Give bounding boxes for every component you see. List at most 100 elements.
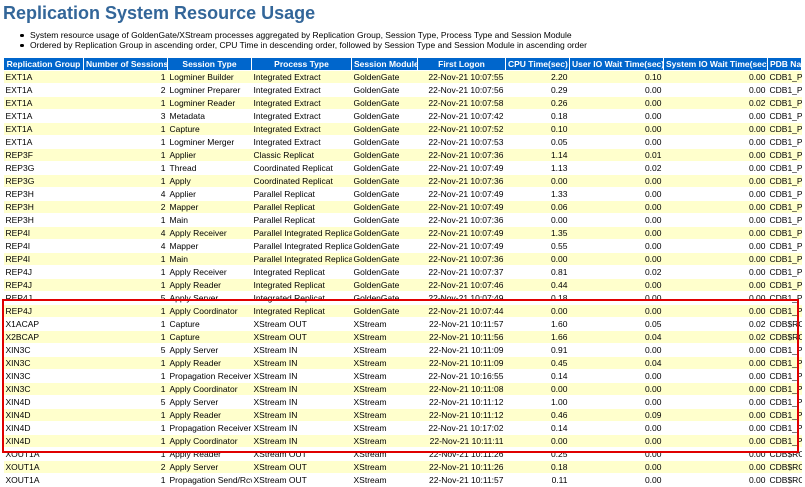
table-cell: 2: [83, 200, 168, 214]
table-cell: 0.81: [505, 265, 570, 279]
table-cell: 0.00: [505, 434, 570, 448]
table-cell: REP3H: [3, 200, 84, 214]
table-cell: 0.00: [663, 421, 768, 435]
table-cell: 22-Nov-21 10:07:53: [417, 135, 506, 149]
table-cell: 1.35: [505, 226, 570, 240]
table-cell: Propagation Receiver: [167, 369, 252, 383]
table-row: X1ACAP 1 Capture XStream OUT XStream 22-Nov-2…: [3, 317, 802, 331]
table-row: REP4I 4 Apply Receiver Parallel Integrated …: [3, 226, 802, 240]
table-cell: Coordinated Replicat: [251, 174, 352, 188]
table-cell: GoldenGate: [351, 122, 418, 136]
table-cell: 0.00: [663, 252, 768, 266]
table-cell: 1: [83, 356, 168, 370]
table-cell: 0.02: [663, 96, 768, 110]
table-cell: Integrated Replicat: [251, 265, 352, 279]
table-cell: 22-Nov-21 10:11:26: [417, 447, 506, 461]
table-cell: 22-Nov-21 10:11:57: [417, 473, 506, 487]
table-cell: Integrated Replicat: [251, 291, 352, 305]
table-cell: CDB1_PDB1: [767, 200, 802, 214]
table-cell: CDB1_PDB1: [767, 187, 802, 201]
table-cell: CDB1_PDB1: [767, 265, 802, 279]
table-cell: 1: [83, 304, 168, 318]
table-cell: CDB1_PDB1: [767, 291, 802, 305]
table-cell: 1: [83, 70, 168, 84]
table-cell: CDB1_PDB1: [767, 408, 802, 422]
column-header: PDB Name: [767, 57, 802, 71]
table-cell: 0.00: [663, 135, 768, 149]
table-row: EXT1A 1 Logminer Merger Integrated Extract G…: [3, 135, 802, 149]
table-cell: 0.00: [569, 122, 664, 136]
table-cell: Logminer Builder: [167, 70, 252, 84]
table-cell: CDB1_PDB1: [767, 434, 802, 448]
table-cell: 0.00: [663, 291, 768, 305]
table-cell: Integrated Replicat: [251, 278, 352, 292]
table-cell: 0.46: [505, 408, 570, 422]
table-cell: 0.00: [569, 395, 664, 409]
table-cell: 0.00: [663, 70, 768, 84]
table-row: XOUT1A 1 Propagation Send/Rcv XStream OUT XS…: [3, 473, 802, 487]
table-cell: 0.00: [569, 83, 664, 97]
table-row: REP3H 4 Applier Parallel Replicat GoldenGate…: [3, 187, 802, 201]
table-cell: CDB$ROOT: [767, 460, 802, 474]
table-cell: Apply Receiver: [167, 226, 252, 240]
table-cell: CDB1_PDB1: [767, 122, 802, 136]
table-cell: Capture: [167, 317, 252, 331]
table-cell: XStream OUT: [251, 447, 352, 461]
table-cell: 0.00: [663, 434, 768, 448]
table-cell: 1: [83, 135, 168, 149]
table-cell: 22-Nov-21 10:11:57: [417, 317, 506, 331]
column-header: First Logon: [417, 57, 506, 71]
table-cell: XStream: [351, 421, 418, 435]
column-header: Session Type: [167, 57, 252, 71]
table-cell: Metadata: [167, 109, 252, 123]
table-cell: CDB1_PDB1: [767, 278, 802, 292]
table-cell: 0.18: [505, 109, 570, 123]
table-cell: 0.00: [663, 382, 768, 396]
table-cell: GoldenGate: [351, 252, 418, 266]
table-cell: 22-Nov-21 10:11:11: [417, 434, 506, 448]
table-cell: 22-Nov-21 10:07:46: [417, 278, 506, 292]
table-cell: GoldenGate: [351, 161, 418, 175]
table-cell: XIN3C: [3, 369, 84, 383]
table-cell: CDB1_PDB1: [767, 148, 802, 162]
table-cell: 0.26: [505, 96, 570, 110]
table-cell: 0.18: [505, 291, 570, 305]
table-cell: 22-Nov-21 10:11:26: [417, 460, 506, 474]
table-row: XIN3C 5 Apply Server XStream IN XStream 22-No…: [3, 343, 802, 357]
table-cell: CDB1_PDB1: [767, 421, 802, 435]
table-cell: Main: [167, 252, 252, 266]
table-cell: 0.44: [505, 278, 570, 292]
table-cell: 0.25: [505, 447, 570, 461]
table-cell: 22-Nov-21 10:07:42: [417, 109, 506, 123]
table-cell: 0.00: [569, 434, 664, 448]
table-cell: 22-Nov-21 10:07:56: [417, 83, 506, 97]
table-cell: XStream OUT: [251, 330, 352, 344]
table-cell: 1: [83, 122, 168, 136]
table-cell: Apply Coordinator: [167, 434, 252, 448]
table-cell: 1: [83, 148, 168, 162]
table-cell: REP4J: [3, 265, 84, 279]
table-cell: CDB1_PDB1: [767, 239, 802, 253]
table-cell: 0.00: [663, 213, 768, 227]
table-row: REP4I 1 Main Parallel Integrated Replicat Go…: [3, 252, 802, 266]
table-row: REP4J 1 Apply Receiver Integrated Replicat G…: [3, 265, 802, 279]
table-cell: XIN4D: [3, 434, 84, 448]
table-cell: GoldenGate: [351, 70, 418, 84]
table-cell: 1: [83, 213, 168, 227]
table-cell: 5: [83, 395, 168, 409]
table-cell: 1: [83, 96, 168, 110]
table-cell: 0.09: [569, 408, 664, 422]
table-cell: XStream: [351, 447, 418, 461]
table-cell: XStream IN: [251, 343, 352, 357]
table-cell: 0.00: [663, 473, 768, 487]
table-cell: XIN4D: [3, 408, 84, 422]
table-cell: GoldenGate: [351, 278, 418, 292]
table-cell: 1.60: [505, 317, 570, 331]
table-cell: Applier: [167, 148, 252, 162]
table-cell: XStream OUT: [251, 473, 352, 487]
table-cell: Apply Reader: [167, 408, 252, 422]
table-cell: 1: [83, 447, 168, 461]
table-cell: Integrated Extract: [251, 70, 352, 84]
table-cell: REP3G: [3, 174, 84, 188]
table-cell: 0.00: [663, 265, 768, 279]
